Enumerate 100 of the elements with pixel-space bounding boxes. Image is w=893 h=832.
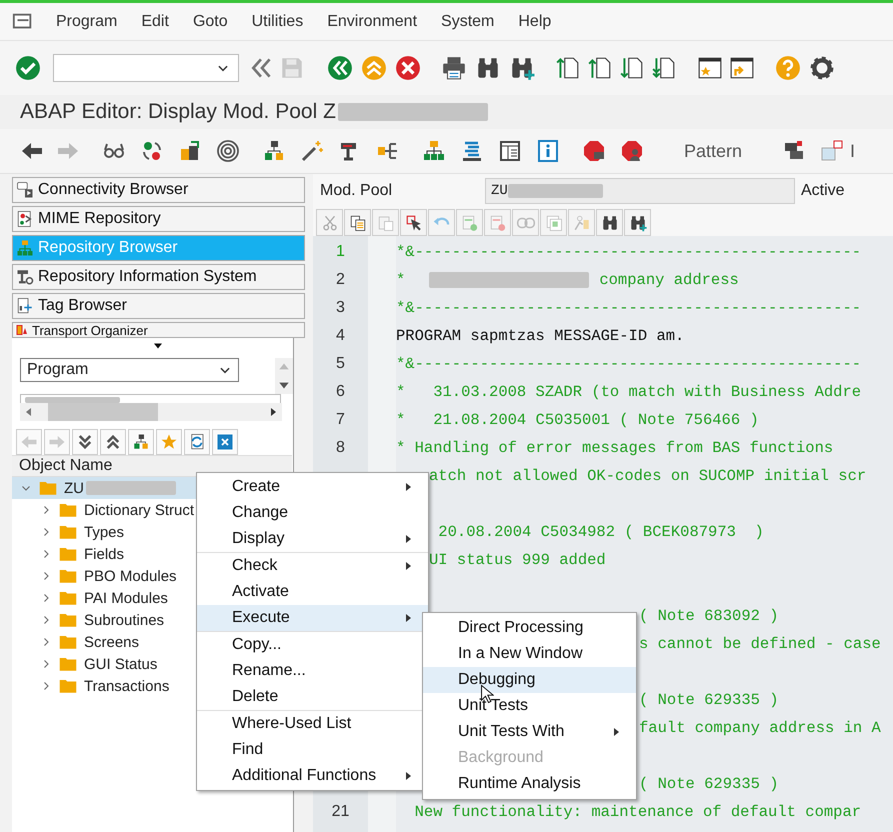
toolbar-button[interactable] <box>344 209 371 236</box>
folder-icon <box>38 479 58 497</box>
menu-item[interactable]: Unit Tests With <box>423 719 636 745</box>
menu-item[interactable]: Debugging <box>423 667 636 693</box>
gear-icon[interactable] <box>809 55 835 81</box>
toolbar-button[interactable] <box>624 209 651 236</box>
code-line: * 31.03.2008 SZADR (to match with Business Addre <box>396 383 862 401</box>
line-number: 7 <box>336 411 345 429</box>
menu-item[interactable]: Check <box>197 553 428 579</box>
code-line: company address <box>599 271 739 289</box>
menu-item[interactable]: Create <box>197 474 428 500</box>
hierarchy-icon <box>132 433 150 451</box>
code-line: *&------------------------------------------------ <box>396 299 862 317</box>
line-number: 1 <box>336 243 345 261</box>
document-icon <box>16 210 34 228</box>
stop-sign-icon[interactable] <box>582 139 606 163</box>
circles-icon[interactable] <box>140 139 164 163</box>
tag-icon <box>16 297 34 315</box>
stop-sign-icon[interactable] <box>620 139 644 163</box>
object-type-dropdown[interactable]: Program <box>20 358 239 382</box>
menu-item[interactable]: Runtime Analysis <box>423 771 636 797</box>
browser-tab[interactable]: Tag Browser <box>12 293 305 319</box>
ok-icon[interactable] <box>15 55 41 81</box>
star-icon <box>160 433 178 451</box>
expand-all-icon <box>76 433 94 451</box>
info-icon[interactable] <box>536 139 560 163</box>
line-number: 21 <box>332 803 350 821</box>
code-line: *&------------------------------------------------ <box>396 243 862 261</box>
code-line: * 21.08.2004 C5035001 ( Note 756466 ) <box>396 411 759 429</box>
menu-item[interactable]: In a New Window <box>423 641 636 667</box>
code-line: 20.08.2004 C5034982 ( BCEK087973 ) <box>437 523 764 541</box>
code-line: PROGRAM sapmtzas MESSAGE-ID am. <box>396 327 684 345</box>
hierarchy-icon <box>16 239 34 257</box>
browser-tab[interactable]: Connectivity Browser <box>12 177 305 203</box>
hierarchy-icon[interactable] <box>262 139 286 163</box>
line-number: 4 <box>336 327 345 345</box>
menu-item[interactable]: Display <box>197 526 428 552</box>
column-header: Object Name <box>12 455 292 477</box>
menu-item[interactable]: Unit Tests <box>423 693 636 719</box>
browser-tab[interactable]: Repository Information System <box>12 264 305 290</box>
line-number: 8 <box>336 439 345 457</box>
pattern-button[interactable]: Pattern <box>684 140 742 162</box>
folder-icon <box>58 523 78 541</box>
scissors-icon <box>320 214 338 232</box>
screen-title: ABAP Editor: Display Mod. Pool Z <box>20 100 336 124</box>
toolbar-label[interactable]: I <box>850 140 856 162</box>
select-icon <box>404 214 422 232</box>
code-line: ( Note 629335 ) <box>639 775 779 793</box>
code-line: * <box>396 271 406 289</box>
binoculars-icon <box>600 214 618 232</box>
toolbar-button[interactable] <box>128 429 154 455</box>
boxes-icon[interactable] <box>820 139 844 163</box>
org-chart-icon[interactable] <box>422 139 446 163</box>
menu-item[interactable]: Environment <box>315 12 430 30</box>
code-line: atch not allowed OK-codes on SUCOMP initial scr <box>429 467 866 485</box>
menu-item[interactable]: Program <box>44 12 130 30</box>
menu-item[interactable]: Change <box>197 500 428 526</box>
toolbar-button[interactable] <box>596 209 623 236</box>
close-icon <box>216 433 234 451</box>
toolbar-button[interactable] <box>100 429 126 455</box>
print-icon[interactable] <box>441 55 467 81</box>
command-field[interactable] <box>53 54 239 82</box>
program-name-field: ZU <box>485 178 795 204</box>
menu-item[interactable]: Utilities <box>240 12 316 30</box>
back-icon[interactable] <box>327 55 353 81</box>
folder-icon <box>58 501 78 519</box>
status-text: Active <box>801 182 845 200</box>
folder-icon <box>58 611 78 629</box>
code-line: ( Note 683092 ) <box>639 607 779 625</box>
folder-icon <box>58 567 78 585</box>
code-line: s cannot be defined - case <box>639 635 881 653</box>
code-line: ( Note 629335 ) <box>639 691 779 709</box>
copy-icon <box>348 214 366 232</box>
browser-tab[interactable]: MIME Repository <box>12 206 305 232</box>
folder-icon <box>58 633 78 651</box>
field-label: Mod. Pool <box>320 182 394 200</box>
menu-item[interactable]: Edit <box>129 12 181 30</box>
cancel-icon[interactable] <box>395 55 421 81</box>
block-icon <box>544 214 562 232</box>
page-arrow-icon[interactable] <box>587 55 613 81</box>
toolbar-button[interactable] <box>72 429 98 455</box>
spiral-icon[interactable] <box>216 139 240 163</box>
menu-item[interactable]: Execute <box>197 605 428 631</box>
menu-item[interactable]: Help <box>506 12 564 30</box>
toolbar-button[interactable] <box>400 209 427 236</box>
folder-icon <box>58 589 78 607</box>
paste-icon <box>376 214 394 232</box>
stack-icon[interactable] <box>460 139 484 163</box>
page-arrow-icon[interactable] <box>651 55 677 81</box>
wand-icon[interactable] <box>300 139 324 163</box>
code-line: New functionality: maintenance of default compar <box>414 803 862 821</box>
layout-icon[interactable] <box>498 139 522 163</box>
menu-item[interactable]: Goto <box>180 12 240 30</box>
browser-tab[interactable]: Transport Organizer <box>12 322 305 338</box>
page-arrow-icon[interactable] <box>619 55 645 81</box>
boxes-icon[interactable] <box>178 139 202 163</box>
menu-item[interactable]: Activate <box>197 579 428 605</box>
menu-item[interactable]: System <box>429 12 506 30</box>
horizontal-scrollbar[interactable] <box>20 403 282 421</box>
page-arrow-icon[interactable] <box>555 55 581 81</box>
